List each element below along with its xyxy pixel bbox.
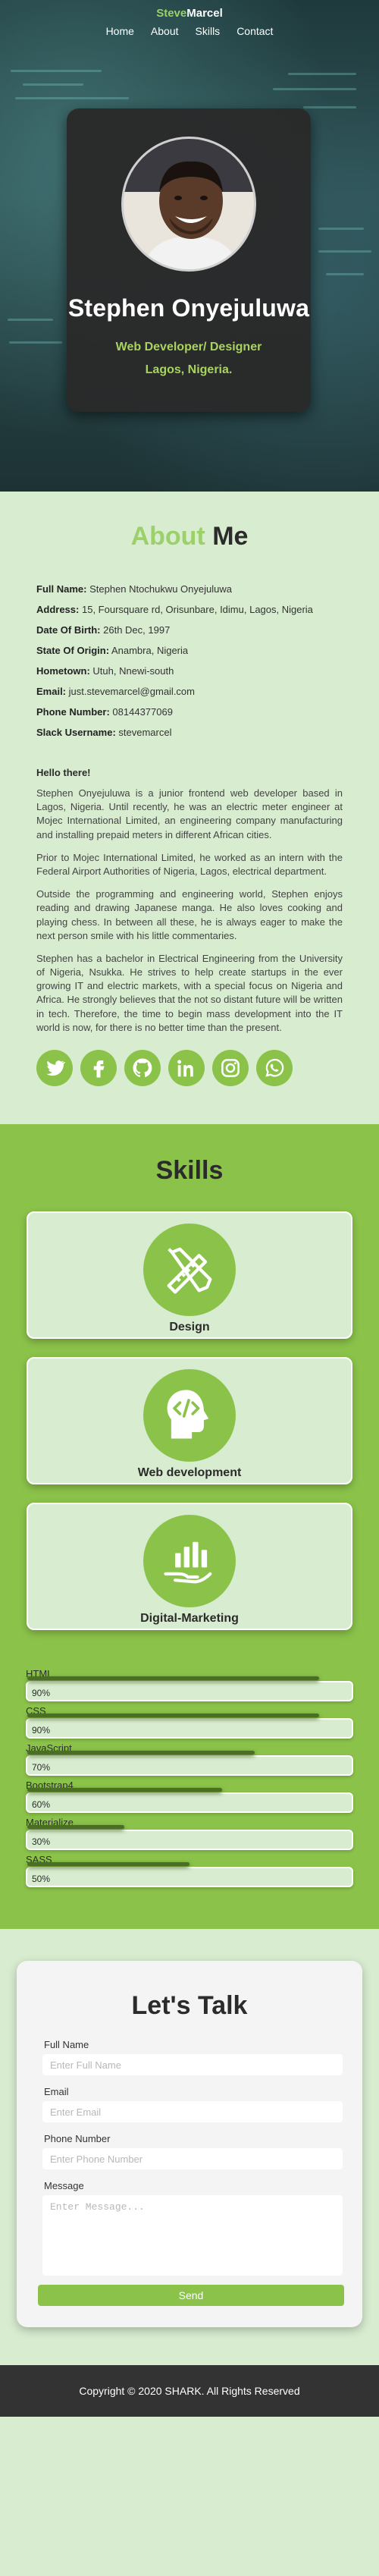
skill-bar-fill: [27, 1825, 125, 1829]
bio-paragraph: Stephen has a bachelor in Electrical Eng…: [36, 952, 343, 1033]
skill-bar-percent: 90%: [32, 1688, 51, 1698]
head-code-icon: [143, 1369, 236, 1462]
facebook-icon[interactable]: [80, 1050, 117, 1086]
brand-logo[interactable]: SteveMarcel: [0, 0, 379, 20]
nav-link-skills[interactable]: Skills: [196, 25, 221, 37]
about-title: About Me: [130, 522, 249, 551]
skill-bar-track: 50%: [26, 1862, 353, 1887]
copyright-text: Copyright © 2020 SHARK. All Rights Reser…: [79, 2385, 300, 2397]
pencil-ruler-icon: [143, 1224, 236, 1316]
twitter-icon[interactable]: [36, 1050, 73, 1086]
email-input[interactable]: [42, 2101, 343, 2122]
personal-facts: Full Name: Stephen Ntochukwu Onyejuluwa …: [36, 583, 343, 738]
nav-link-about[interactable]: About: [151, 25, 179, 37]
fact-address: Address: 15, Foursquare rd, Orisunbare, …: [36, 604, 313, 615]
skill-bar-fill: [27, 1862, 190, 1866]
github-icon[interactable]: [124, 1050, 161, 1086]
skill-bar-fill: [27, 1676, 320, 1680]
hero-name: Stephen Onyejuluwa: [67, 294, 310, 322]
instagram-icon[interactable]: [212, 1050, 249, 1086]
footer: Copyright © 2020 SHARK. All Rights Reser…: [0, 2365, 379, 2417]
bio-paragraph: Outside the programming and engineering …: [36, 888, 343, 941]
skills-section: Skills Design Web development Digital-Ma…: [0, 1124, 379, 1929]
hero-location: Lagos, Nigeria.: [145, 363, 233, 376]
skill-bar-css: CSS 90%: [26, 1705, 353, 1739]
nav-links: Home About Skills Contact: [0, 25, 379, 37]
skill-card-digital-marketing: Digital-Marketing: [27, 1503, 352, 1630]
contact-title: Let's Talk: [131, 1991, 248, 2020]
fact-full-name: Full Name: Stephen Ntochukwu Onyejuluwa: [36, 583, 232, 595]
skill-bar-bootstrap4: Bootstrap4 60%: [26, 1780, 353, 1813]
fact-state-of-origin: State Of Origin: Anambra, Nigeria: [36, 645, 189, 656]
skill-bar-track: 30%: [26, 1825, 353, 1850]
skill-card-design: Design: [27, 1211, 352, 1339]
linkedin-icon[interactable]: [168, 1050, 205, 1086]
skill-bar-percent: 90%: [32, 1725, 51, 1736]
fact-email: Email: just.stevemarcel@gmail.com: [36, 686, 195, 697]
bio: Stephen Onyejuluwa is a junior frontend …: [36, 787, 343, 1035]
greeting: Hello there!: [36, 767, 91, 778]
skill-bar-javascript: JavaScript 70%: [26, 1742, 353, 1776]
skill-bar-track: 70%: [26, 1751, 353, 1776]
skill-card-web-development: Web development: [27, 1357, 352, 1484]
skill-bar-track: 60%: [26, 1788, 353, 1813]
skill-bar-percent: 70%: [32, 1762, 51, 1773]
hero-role: Web Developer/ Designer: [115, 341, 262, 353]
nav-link-home[interactable]: Home: [106, 25, 134, 37]
avatar: [121, 137, 256, 272]
skill-bar-track: 90%: [26, 1676, 353, 1701]
skill-bars: HTML 90% CSS 90% JavaScript 70% Bootstrap4 60% M…: [0, 1668, 379, 1887]
message-label: Message: [44, 2180, 84, 2191]
skill-bar-html: HTML 90%: [26, 1668, 353, 1701]
skill-bar-sass: SASS 50%: [26, 1854, 353, 1887]
skill-bar-percent: 60%: [32, 1799, 51, 1810]
fact-slack: Slack Username: stevemarcel: [36, 727, 172, 738]
bio-paragraph: Prior to Mojec International Limited, he…: [36, 851, 343, 877]
send-button[interactable]: Send: [38, 2285, 344, 2306]
full-name-input[interactable]: [42, 2054, 343, 2075]
skill-bar-percent: 30%: [32, 1836, 51, 1847]
phone-input[interactable]: [42, 2148, 343, 2169]
skills-title: Skills: [155, 1156, 224, 1185]
email-label: Email: [44, 2086, 69, 2097]
phone-label: Phone Number: [44, 2133, 111, 2144]
skill-label: Digital-Marketing: [140, 1612, 239, 1625]
fact-phone: Phone Number: 08144377069: [36, 706, 173, 718]
skill-label: Design: [169, 1321, 210, 1334]
hero-section: SteveMarcel Home About Skills Contact St…: [0, 0, 379, 492]
whatsapp-icon[interactable]: [256, 1050, 293, 1086]
profile-card: Stephen Onyejuluwa Web Developer/ Design…: [67, 108, 311, 412]
nav-link-contact[interactable]: Contact: [236, 25, 273, 37]
skill-bar-track: 90%: [26, 1714, 353, 1739]
about-section: About Me Full Name: Stephen Ntochukwu On…: [0, 492, 379, 1124]
contact-form: Let's Talk Full Name Email Phone Number …: [17, 1961, 362, 2327]
skill-bar-materialize: Materialize 30%: [26, 1817, 353, 1850]
message-textarea[interactable]: [42, 2195, 343, 2276]
social-links: [36, 1050, 343, 1086]
skill-bar-percent: 50%: [32, 1874, 51, 1884]
bio-paragraph: Stephen Onyejuluwa is a junior frontend …: [36, 787, 343, 840]
top-nav: SteveMarcel Home About Skills Contact: [0, 0, 379, 49]
skill-bar-fill: [27, 1788, 222, 1792]
full-name-label: Full Name: [44, 2039, 89, 2050]
fact-date-of-birth: Date Of Birth: 26th Dec, 1997: [36, 624, 171, 636]
growth-hand-icon: [143, 1515, 236, 1607]
fact-hometown: Hometown: Utuh, Nnewi-south: [36, 665, 174, 677]
skill-label: Web development: [137, 1466, 242, 1479]
skill-bar-fill: [27, 1751, 255, 1755]
skill-bar-fill: [27, 1714, 320, 1717]
contact-section: Let's Talk Full Name Email Phone Number …: [0, 1929, 379, 2365]
